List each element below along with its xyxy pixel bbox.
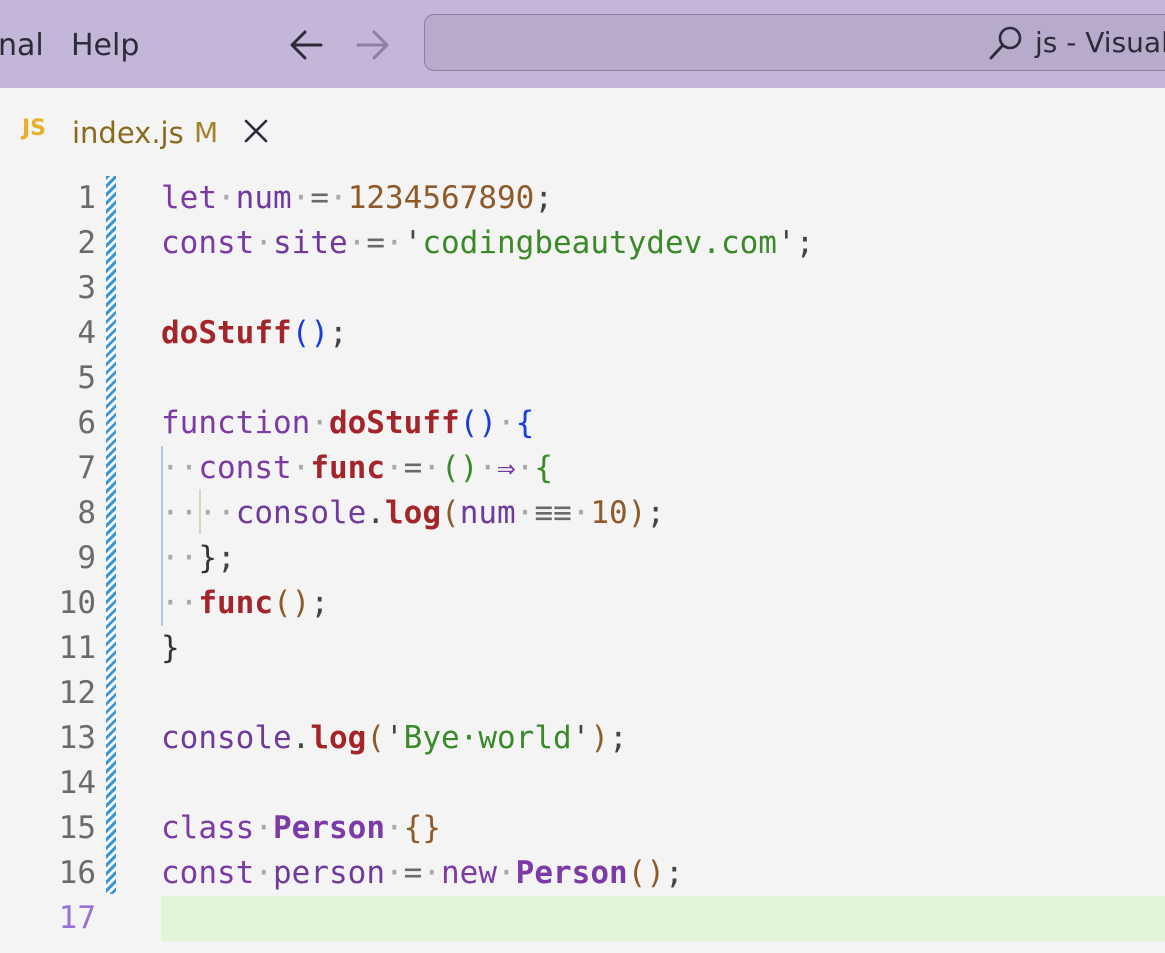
search-icon: [987, 24, 1025, 66]
menu-item-help[interactable]: Help: [71, 26, 139, 66]
code-line[interactable]: class·Person·{}: [161, 806, 441, 851]
line-number: 1: [77, 180, 96, 216]
line-number: 10: [58, 585, 96, 621]
code-line[interactable]: const·site·=·'codingbeautydev.com';: [161, 221, 814, 266]
code-line[interactable]: ··func();: [161, 581, 329, 626]
tab-index-js[interactable]: JS index.js M: [0, 88, 290, 176]
line-number: 14: [58, 765, 96, 801]
window-title: js - Visual: [1035, 26, 1165, 59]
line-number: 6: [77, 405, 96, 441]
title-bar: nal Help js - Visual: [0, 0, 1165, 88]
tab-bar: JS index.js M: [0, 88, 1165, 176]
line-number: 8: [77, 495, 96, 531]
code-line[interactable]: ··};: [161, 536, 236, 581]
line-number: 5: [77, 360, 96, 396]
code-line[interactable]: ····console.log(num·≡≡·10);: [161, 491, 665, 536]
code-line[interactable]: let·num·=·1234567890;: [161, 176, 553, 221]
back-arrow-icon[interactable]: [287, 28, 327, 62]
command-center-search[interactable]: js - Visual: [424, 14, 1165, 71]
code-line[interactable]: doStuff();: [161, 311, 348, 356]
line-number: 9: [77, 540, 96, 576]
line-number: 4: [77, 315, 96, 351]
code-line[interactable]: console.log('Bye·world');: [161, 716, 628, 761]
tab-filename: index.js: [72, 116, 184, 150]
line-number: 16: [58, 855, 96, 891]
forward-arrow-icon[interactable]: [352, 28, 392, 62]
tab-modified-badge: M: [194, 116, 219, 149]
line-number: 15: [58, 810, 96, 846]
close-icon[interactable]: [242, 117, 270, 149]
line-number: 13: [58, 720, 96, 756]
menu-item-terminal[interactable]: nal: [0, 26, 44, 66]
code-editor[interactable]: 1 2 3 4 5 6 7 8 9 10 11 12 13 14 15 16 17 let·num·=·1234…: [0, 176, 1165, 953]
code-line[interactable]: const·person·=·new·Person();: [161, 851, 684, 896]
line-number: 2: [77, 225, 96, 261]
code-line[interactable]: function·doStuff()·{: [161, 401, 534, 446]
current-line-highlight: [161, 896, 1165, 941]
line-number: 7: [77, 450, 96, 486]
js-file-icon: JS: [22, 116, 47, 141]
code-line[interactable]: ··const·func·=·()·⇒·{: [161, 446, 553, 491]
modified-lines-indicator: [106, 176, 116, 894]
line-number: 3: [77, 270, 96, 306]
code-line[interactable]: }: [161, 626, 180, 671]
line-number: 17: [58, 900, 96, 936]
line-number: 11: [58, 630, 96, 666]
line-number: 12: [58, 675, 96, 711]
